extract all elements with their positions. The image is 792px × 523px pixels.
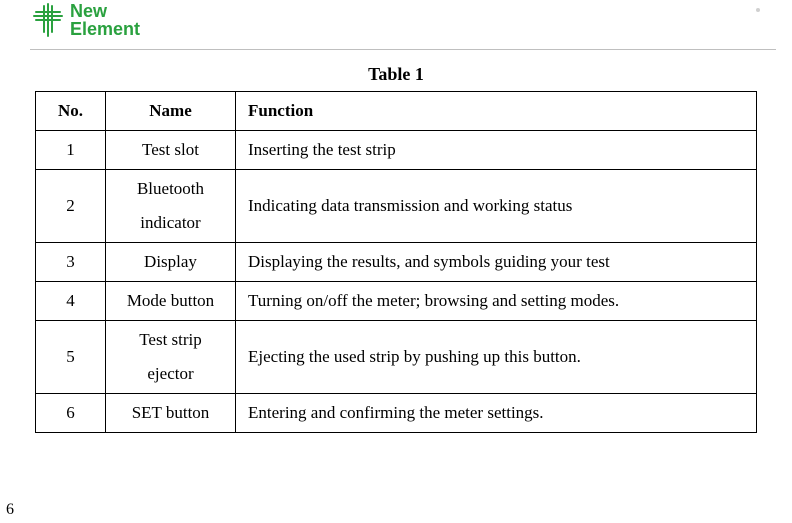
cell-no: 1 (36, 131, 106, 170)
cell-name: Display (106, 243, 236, 282)
table-header-row: No. Name Function (36, 92, 757, 131)
cell-name: SET button (106, 394, 236, 433)
cell-function: Turning on/off the meter; browsing and s… (236, 282, 757, 321)
table-row: 1 Test slot Inserting the test strip (36, 131, 757, 170)
cell-function: Inserting the test strip (236, 131, 757, 170)
col-header-no: No. (36, 92, 106, 131)
cell-function: Ejecting the used strip by pushing up th… (236, 321, 757, 394)
table-row: 4 Mode button Turning on/off the meter; … (36, 282, 757, 321)
cell-name: Test slot (106, 131, 236, 170)
cell-name: Bluetooth indicator (106, 170, 236, 243)
chip-icon (30, 2, 66, 38)
col-header-function: Function (236, 92, 757, 131)
parts-table: No. Name Function 1 Test slot Inserting … (35, 91, 757, 433)
cell-no: 6 (36, 394, 106, 433)
brand-logo: New Element (30, 2, 140, 38)
decorative-dot (756, 8, 760, 12)
table-row: 6 SET button Entering and confirming the… (36, 394, 757, 433)
cell-name: Test strip ejector (106, 321, 236, 394)
cell-no: 5 (36, 321, 106, 394)
cell-function: Entering and confirming the meter settin… (236, 394, 757, 433)
table-row: 3 Display Displaying the results, and sy… (36, 243, 757, 282)
cell-no: 2 (36, 170, 106, 243)
cell-function: Displaying the results, and symbols guid… (236, 243, 757, 282)
cell-name: Mode button (106, 282, 236, 321)
header: New Element (30, 0, 776, 50)
page-number: 6 (6, 501, 14, 519)
table-caption: Table 1 (30, 64, 762, 85)
table-row: 2 Bluetooth indicator Indicating data tr… (36, 170, 757, 243)
content: Table 1 No. Name Function 1 Test slot In… (0, 50, 792, 433)
cell-no: 3 (36, 243, 106, 282)
cell-function: Indicating data transmission and working… (236, 170, 757, 243)
cell-no: 4 (36, 282, 106, 321)
brand-name-line2: Element (70, 20, 140, 38)
col-header-name: Name (106, 92, 236, 131)
brand-name-line1: New (70, 2, 140, 20)
table-row: 5 Test strip ejector Ejecting the used s… (36, 321, 757, 394)
